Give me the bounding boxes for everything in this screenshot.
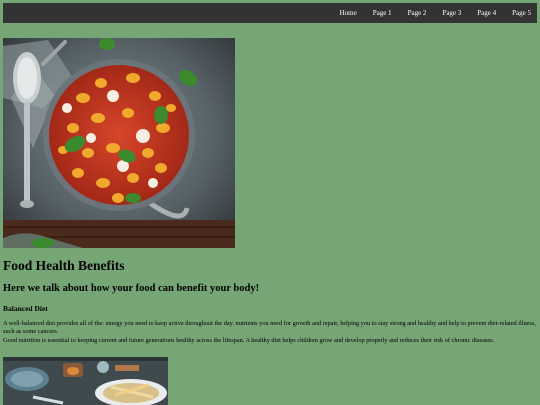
nav-home-link[interactable]: Home [340,9,357,17]
nav-page-3-link[interactable]: Page 3 [442,9,461,17]
nav-page-1-link[interactable]: Page 1 [373,9,392,17]
page-title: Food Health Benefits [3,258,125,273]
paragraph-line-1: A well-balanced diet provides all of the… [3,320,536,336]
top-navbar: Home Page 1 Page 2 Page 3 Page 4 Page 5 [3,3,537,23]
food-pan-image [3,38,235,248]
nav-page-4-link[interactable]: Page 4 [477,9,496,17]
nav-page-5-link[interactable]: Page 5 [512,9,531,17]
section-paragraph: A well-balanced diet provides all of the… [3,320,537,345]
paragraph-line-2: Good nutrition is essential to keeping c… [3,336,495,344]
page-subtitle: Here we talk about how your food can ben… [3,283,260,294]
section-heading: Balanced Diet [3,304,48,313]
nav-page-2-link[interactable]: Page 2 [408,9,427,17]
food-table-image [3,357,168,405]
